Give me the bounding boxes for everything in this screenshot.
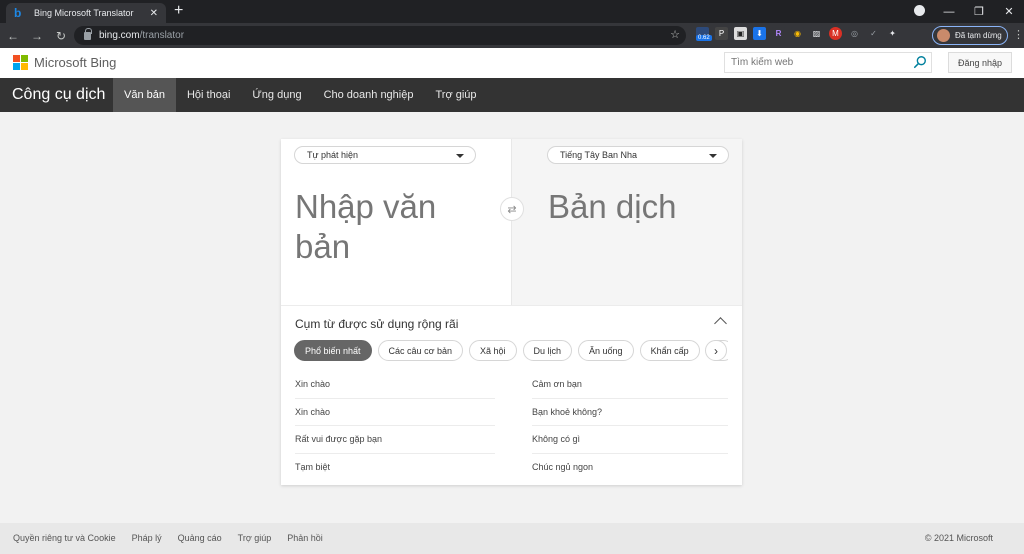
list-item[interactable]: Bạn khoẻ không? [532, 399, 728, 426]
footer-link-privacy[interactable]: Quyền riêng tư và Cookie [13, 533, 116, 543]
translator-nav: Công cụ dịch Văn bản Hội thoại Ứng dụng … [0, 78, 1024, 112]
browser-toolbar: ← → ↻ bing.com/translator ☆ 0.62 P ▣ ⬇ R… [0, 23, 1024, 48]
list-item[interactable]: Tạm biệt [295, 454, 495, 482]
source-text-input[interactable]: Nhập văn bản [295, 187, 495, 267]
source-language-select[interactable]: Tự phát hiện [294, 146, 476, 164]
close-window-icon[interactable]: ✕ [994, 5, 1024, 18]
brand-name[interactable]: Microsoft Bing [34, 55, 116, 70]
extension-red-icon[interactable]: M [829, 27, 842, 40]
list-item[interactable]: Cảm ơn bạn [532, 371, 728, 399]
tab-business[interactable]: Cho doanh nghiệp [313, 78, 425, 112]
bing-favicon-icon: b [14, 6, 22, 20]
restore-icon[interactable]: ❐ [964, 5, 994, 18]
search-icon[interactable] [913, 55, 927, 69]
browser-tab-strip: b Bing Microsoft Translator ✕ + — ❐ ✕ [0, 0, 1024, 23]
new-tab-icon[interactable]: + [174, 2, 183, 20]
page-title: Công cụ dịch [12, 86, 106, 103]
chevron-right-icon[interactable]: › [705, 340, 727, 361]
phrase-list-right: Cảm ơn bạn Bạn khoẻ không? Không có gì C… [532, 371, 728, 481]
extension-5-icon[interactable]: ◉ [791, 27, 804, 40]
minimize-icon[interactable]: — [934, 6, 964, 18]
footer-link-help[interactable]: Trợ giúp [238, 533, 272, 543]
extension-1-icon[interactable]: 0.62 [696, 27, 712, 41]
tab-help[interactable]: Trợ giúp [424, 78, 487, 112]
source-language-label: Tự phát hiện [307, 150, 359, 160]
target-language-select[interactable]: Tiếng Tây Ban Nha [547, 146, 729, 164]
chip-most-popular[interactable]: Phổ biến nhất [294, 340, 372, 361]
chip-social[interactable]: Xã hội [468, 340, 517, 361]
chevron-down-icon [456, 154, 464, 158]
phrase-categories: Phổ biến nhất Các câu cơ bản Xã hội Du l… [294, 340, 728, 362]
url-path: /translator [139, 30, 185, 41]
list-item[interactable]: Không có gì [532, 426, 728, 454]
media-icon[interactable] [904, 4, 934, 19]
translator-card: Tự phát hiện Nhập văn bản ⇄ Tiếng Tây Ba… [281, 139, 742, 485]
chip-travel[interactable]: Du lịch [522, 340, 573, 361]
target-language-label: Tiếng Tây Ban Nha [560, 150, 638, 160]
address-bar[interactable]: bing.com/translator ☆ [74, 26, 686, 45]
browser-tab[interactable]: b Bing Microsoft Translator ✕ [6, 3, 166, 23]
list-item[interactable]: Xin chào [295, 399, 495, 426]
tab-apps[interactable]: Ứng dụng [241, 78, 312, 112]
bookmark-star-icon[interactable]: ☆ [670, 28, 680, 41]
tab-close-icon[interactable]: ✕ [150, 8, 158, 19]
extension-3-icon[interactable]: ▣ [734, 27, 747, 40]
page-footer: Quyền riêng tư và Cookie Pháp lý Quảng c… [0, 523, 1024, 554]
common-phrases-section: Cụm từ được sử dụng rộng rãi Phổ biến nh… [281, 305, 742, 485]
avatar [937, 29, 950, 42]
target-pane: Tiếng Tây Ban Nha Bản dịch [511, 139, 742, 305]
signin-button[interactable]: Đăng nhập [948, 52, 1012, 73]
tab-title: Bing Microsoft Translator [34, 8, 134, 18]
camera-icon[interactable]: ◎ [848, 27, 861, 40]
chip-basics[interactable]: Các câu cơ bản [377, 340, 463, 361]
copyright: © 2021 Microsoft [924, 533, 993, 543]
web-search-input[interactable] [731, 57, 911, 68]
extensions-area: 0.62 P ▣ ⬇ R ◉ ▨ M ◎ ✓ ✦ [696, 27, 899, 41]
list-item[interactable]: Chúc ngủ ngon [532, 454, 728, 482]
tab-text[interactable]: Văn bản [113, 78, 176, 112]
phrases-title: Cụm từ được sử dụng rộng rãi [295, 317, 459, 331]
footer-link-feedback[interactable]: Phản hồi [287, 533, 323, 543]
chip-emergency[interactable]: Khẩn cấp [639, 340, 700, 361]
tab-conversation[interactable]: Hội thoại [176, 78, 241, 112]
chevron-up-icon[interactable] [714, 317, 727, 330]
url-domain: bing.com [99, 30, 140, 41]
extension-badge: 0.62 [696, 35, 712, 41]
chevron-down-icon [709, 154, 717, 158]
browser-menu-icon[interactable]: ⋮ [1013, 28, 1024, 41]
footer-links: Quyền riêng tư và Cookie Pháp lý Quảng c… [13, 533, 323, 543]
window-controls: — ❐ ✕ [904, 0, 1024, 23]
source-pane: Tự phát hiện Nhập văn bản [281, 139, 511, 305]
lock-icon [84, 27, 92, 40]
check-icon[interactable]: ✓ [867, 27, 880, 40]
list-item[interactable]: Xin chào [295, 371, 495, 399]
translation-output: Bản dịch [548, 188, 677, 225]
translator-menu: Văn bản Hội thoại Ứng dụng Cho doanh ngh… [113, 78, 488, 112]
swap-languages-icon[interactable]: ⇄ [500, 197, 524, 221]
chip-dining[interactable]: Ăn uống [578, 340, 634, 361]
forward-icon[interactable]: → [26, 29, 48, 43]
extension-r-icon[interactable]: R [772, 27, 785, 40]
reload-icon[interactable]: ↻ [50, 29, 72, 43]
footer-link-legal[interactable]: Pháp lý [132, 533, 162, 543]
footer-link-advertising[interactable]: Quảng cáo [178, 533, 222, 543]
image-extension-icon[interactable]: ▨ [810, 27, 823, 40]
bing-header: Microsoft Bing Đăng nhập [0, 48, 1024, 78]
profile-status: Đã tạm dừng [955, 31, 1002, 40]
microsoft-logo-icon[interactable] [13, 55, 29, 71]
web-search-box [724, 52, 932, 73]
extensions-puzzle-icon[interactable]: ✦ [886, 27, 899, 40]
extension-2-icon[interactable]: P [715, 27, 728, 40]
profile-button[interactable]: Đã tạm dừng [932, 26, 1008, 45]
phrase-list-left: Xin chào Xin chào Rất vui được gặp bạn T… [295, 371, 495, 481]
back-icon[interactable]: ← [2, 29, 24, 43]
list-item[interactable]: Rất vui được gặp bạn [295, 426, 495, 454]
download-extension-icon[interactable]: ⬇ [753, 27, 766, 40]
